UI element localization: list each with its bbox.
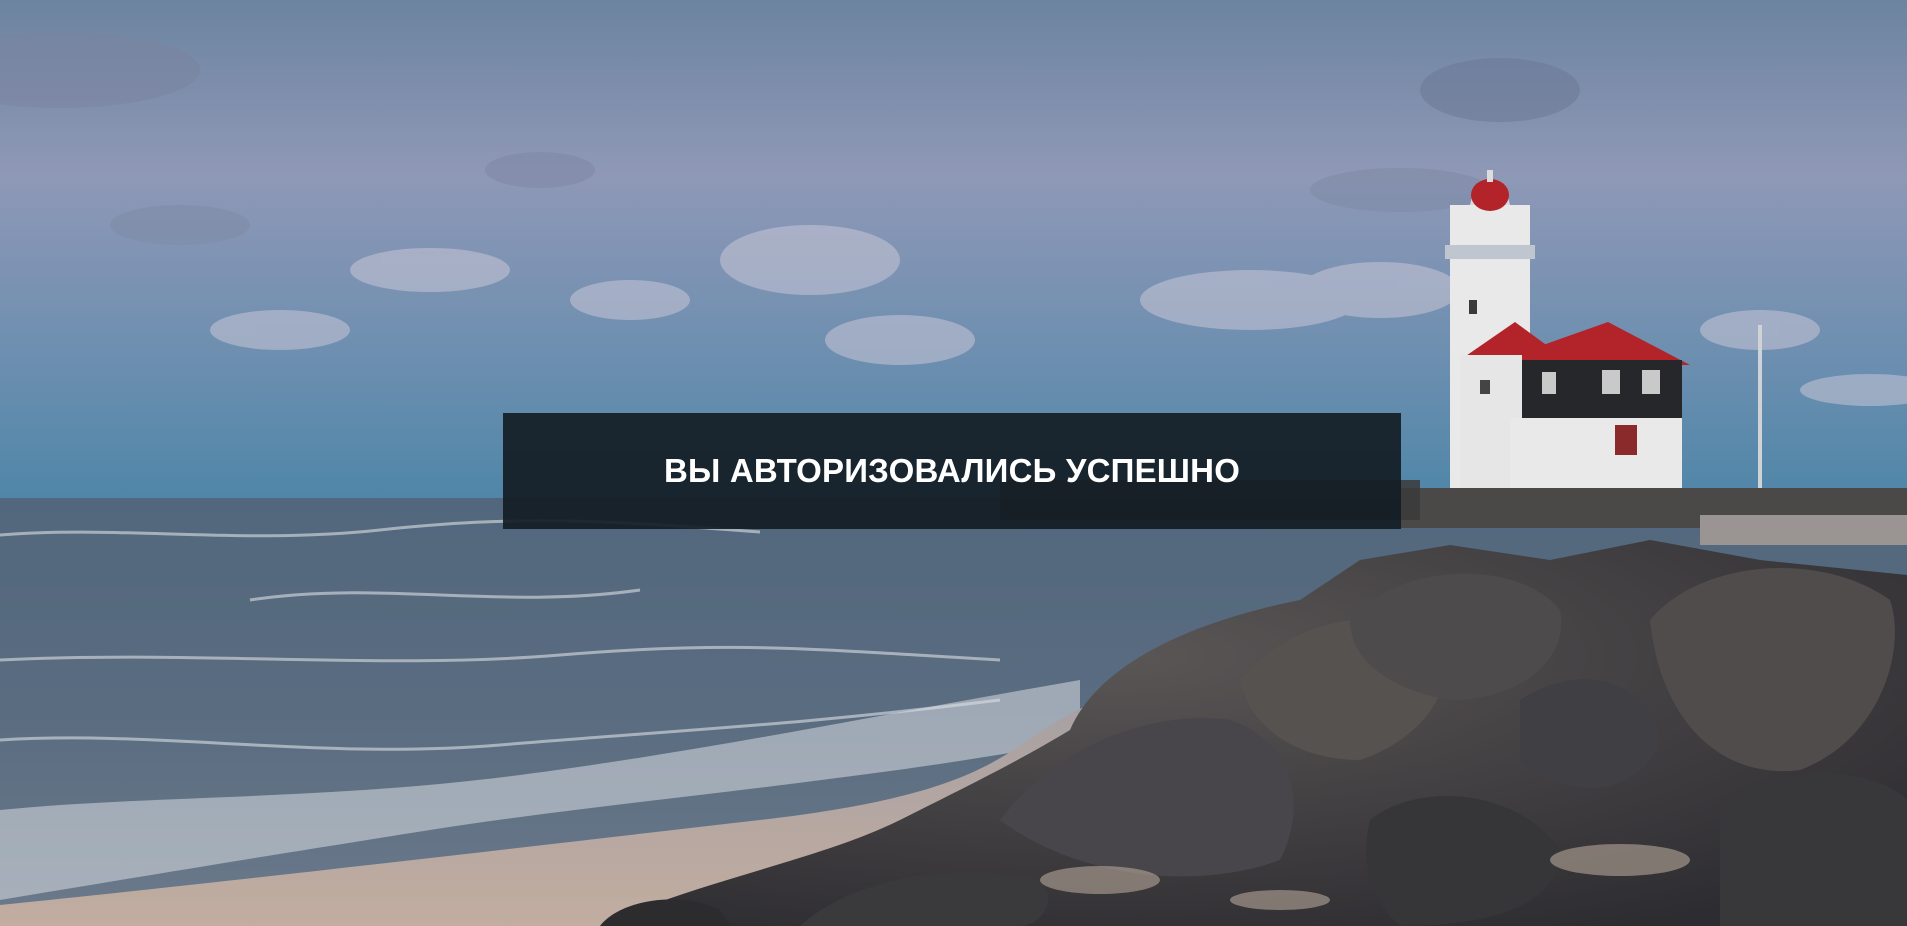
- page-background: ВЫ АВТОРИЗОВАЛИСЬ УСПЕШНО: [0, 0, 1907, 926]
- success-notification: ВЫ АВТОРИЗОВАЛИСЬ УСПЕШНО: [503, 413, 1401, 529]
- keeper-house: [1460, 322, 1690, 495]
- notification-message: ВЫ АВТОРИЗОВАЛИСЬ УСПЕШНО: [663, 452, 1241, 489]
- flag-pole: [1758, 325, 1762, 495]
- path: [1700, 515, 1907, 545]
